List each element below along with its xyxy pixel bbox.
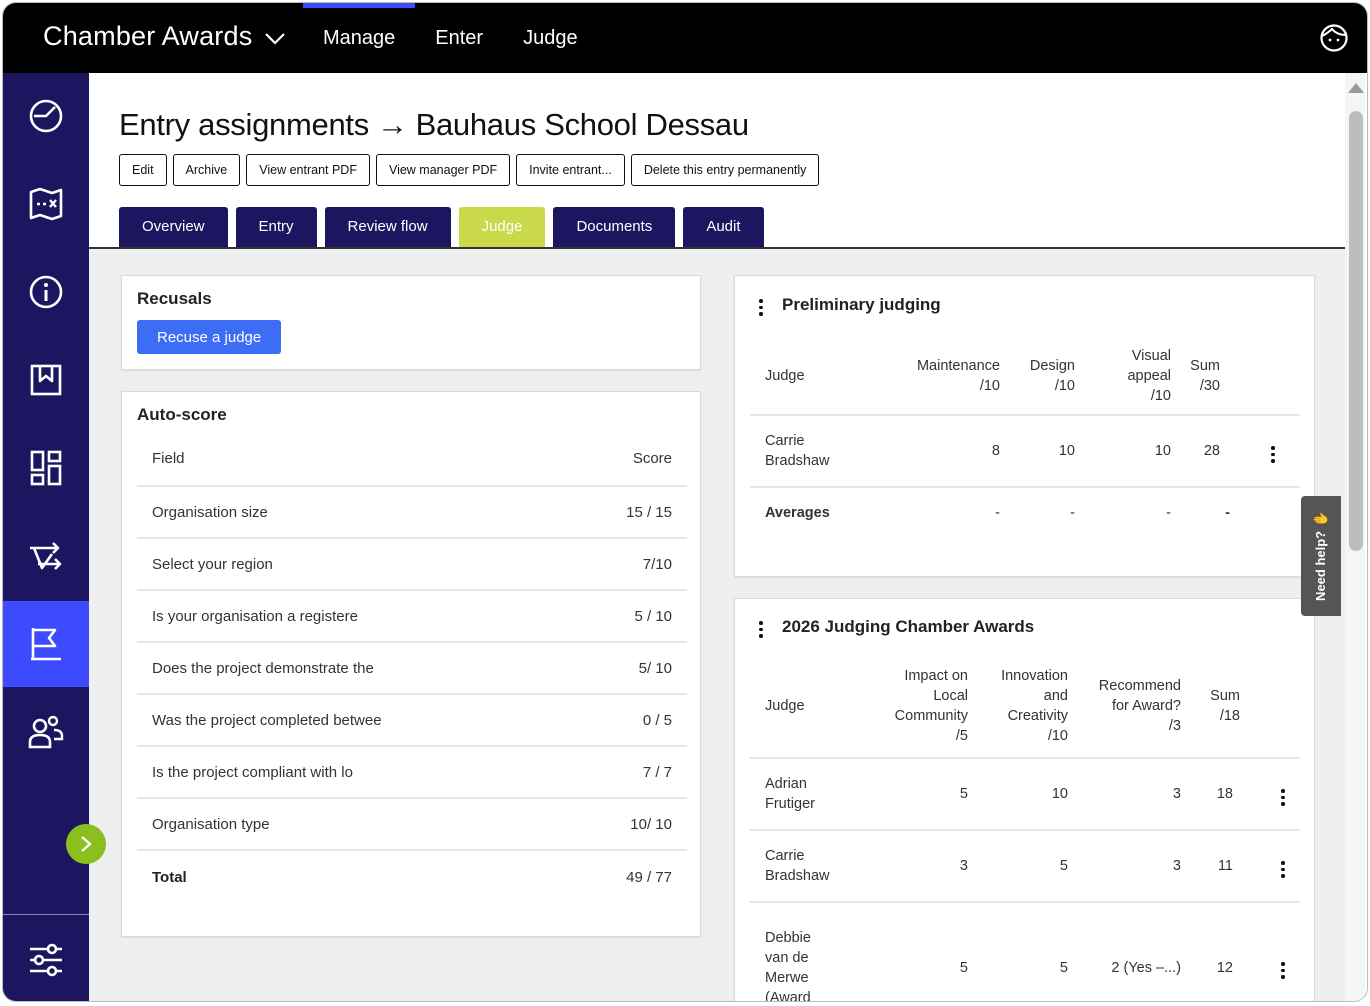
invite-entrant-button[interactable]: Invite entrant... [516,154,625,186]
user-avatar-icon[interactable] [1319,23,1349,58]
table-row: Is your organisation a registere 5 / 10 [137,591,687,643]
edit-button[interactable]: Edit [119,154,167,186]
bookmark-icon [30,364,62,396]
table-header: Judge Maintenance/10 Design/10 Visual app… [750,338,1300,416]
header-field: Field [152,450,185,467]
top-nav: Manage Enter Judge [303,3,598,73]
averages-row: Averages - - - - [765,505,1230,521]
sidebar-divider [3,914,89,915]
preliminary-judging-card: Preliminary judging Judge Maintenance/10… [734,275,1315,577]
sidebar-item-workflow[interactable] [3,513,89,599]
preliminary-title: Preliminary judging [782,295,941,314]
entry-name: Bauhaus School Dessau [415,107,750,142]
table-header: Judge Impact on Local Community/5 Innovati… [750,655,1300,759]
app-title: Chamber Awards [43,21,253,51]
total-row: Total 49 / 77 [152,868,672,886]
sidebar-item-map[interactable] [3,161,89,247]
map-icon [29,187,63,221]
scrollbar[interactable] [1345,73,1365,1001]
sidebar-item-users[interactable] [3,689,89,775]
chevron-right-icon [81,836,92,852]
tab-judge[interactable]: Judge [458,207,546,247]
recusals-title: Recusals [137,289,212,308]
row-menu-icon[interactable] [1281,861,1285,878]
row-menu-icon[interactable] [1281,962,1285,979]
users-icon [28,715,64,749]
tab-overview[interactable]: Overview [119,207,228,247]
delete-entry-button[interactable]: Delete this entry permanently [630,154,820,186]
info-icon [29,275,63,309]
table-row: Organisation size 15 / 15 [137,487,687,539]
card-menu-icon[interactable] [759,299,763,316]
judging-2026-card: 2026 Judging Chamber Awards Judge Impact… [734,598,1315,1001]
table-row: Does the project demonstrate the 5/ 10 [137,643,687,695]
table-row: Organisation type 10/ 10 [137,799,687,851]
row-menu-icon[interactable] [1281,789,1285,806]
judging-2026-title: 2026 Judging Chamber Awards [782,617,1035,636]
nav-manage[interactable]: Manage [303,3,416,73]
table-row: Is the project compliant with lo 7 / 7 [137,747,687,799]
archive-button[interactable]: Archive [172,154,241,186]
tab-documents[interactable]: Documents [553,207,676,247]
card-menu-icon[interactable] [759,621,763,638]
sidebar-item-settings[interactable] [3,917,89,1001]
main-content: Entry assignments → Bauhaus School Dessau … [89,73,1349,1001]
header-score: Score [632,450,672,467]
action-buttons: Edit Archive View entrant PDF View manag… [119,154,820,186]
recuse-judge-button[interactable]: Recuse a judge [137,320,282,354]
preliminary-table: Judge Maintenance/10 Design/10 Visual app… [750,338,1300,538]
recusals-card: Recusals Recuse a judge [121,275,701,370]
sidebar-item-info[interactable] [3,249,89,335]
layout-icon [30,450,62,486]
view-entrant-pdf-button[interactable]: View entrant PDF [246,154,370,186]
tab-entry[interactable]: Entry [235,207,317,247]
hand-wave-icon: ✋ [1313,511,1328,528]
page-title: Entry assignments → Bauhaus School Dessau [119,107,750,142]
table-row: Adrian Frutiger 5 10 3 18 [750,759,1300,831]
nav-enter[interactable]: Enter [415,3,503,73]
flag-icon [31,628,61,661]
tab-review-flow[interactable]: Review flow [324,207,451,247]
scroll-thumb[interactable] [1349,111,1363,551]
sidebar-item-entries[interactable] [3,601,89,687]
scroll-up-arrow[interactable] [1348,83,1364,93]
top-bar: Chamber Awards Manage Enter Judge [3,3,1367,73]
table-row: Carrie Bradshaw 8 10 10 28 [750,416,1300,488]
need-help-button[interactable]: Need help? ✋ [1301,496,1341,616]
tab-bar: Overview Entry Review flow Judge Documen… [119,207,764,247]
table-row: Was the project completed betwee 0 / 5 [137,695,687,747]
table-row: Debbie van de Merwe (Award 5 5 2 (Yes –...)… [750,903,1300,1001]
settings-sliders-icon [30,943,62,977]
autoscore-title: Auto-score [137,405,227,424]
tab-audit[interactable]: Audit [683,207,764,247]
dashboard-icon [29,99,63,133]
row-menu-icon[interactable] [1271,446,1275,463]
autoscore-card: Auto-score Field Score Organisation size… [121,391,701,937]
table-header: Field Score [137,432,687,487]
autoscore-table: Field Score Organisation size 15 / 15 Sel… [137,432,687,903]
workflow-icon [30,542,62,570]
app-switcher[interactable]: Chamber Awards [43,21,286,52]
nav-judge[interactable]: Judge [503,3,598,73]
table-row: Select your region 7/10 [137,539,687,591]
expand-sidebar-button[interactable] [66,824,106,864]
judging-2026-table: Judge Impact on Local Community/5 Innovati… [750,655,1300,1001]
table-row: Carrie Bradshaw 3 5 3 11 [750,831,1300,903]
chevron-down-icon [265,32,286,45]
sidebar-item-dashboard[interactable] [3,73,89,159]
view-manager-pdf-button[interactable]: View manager PDF [375,154,511,186]
sidebar-item-bookmarks[interactable] [3,337,89,423]
app-window: Chamber Awards Manage Enter Judge Entry … [2,2,1368,1002]
sidebar [3,73,89,1001]
sidebar-item-layout[interactable] [3,425,89,511]
